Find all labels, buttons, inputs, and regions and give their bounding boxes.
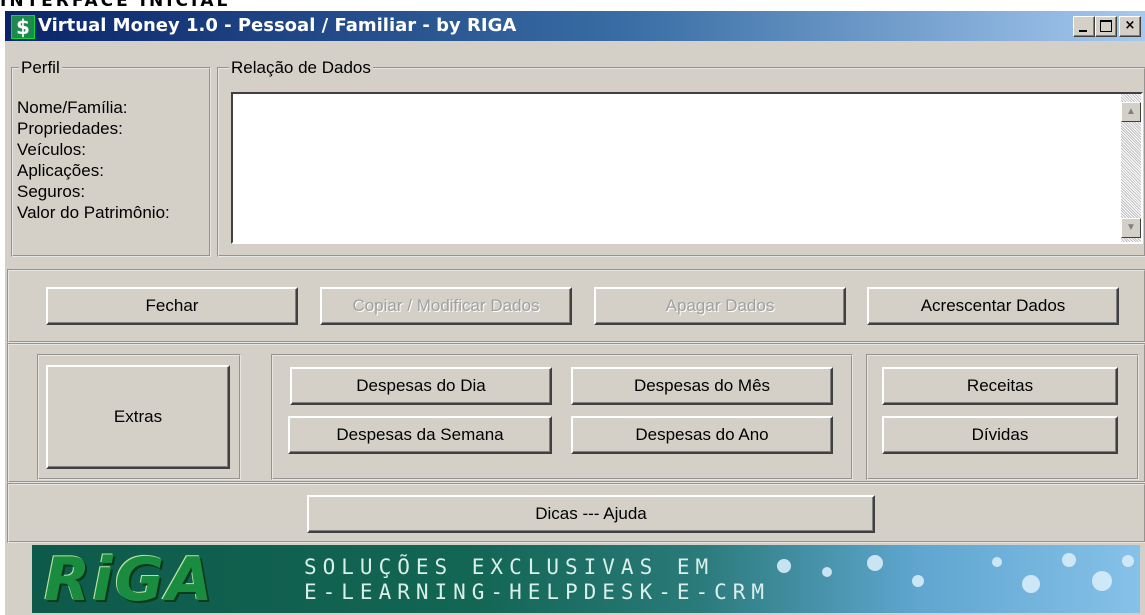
data-list-legend: Relação de Dados bbox=[229, 58, 373, 78]
add-data-button[interactable]: Acrescentar Dados bbox=[867, 287, 1119, 325]
scroll-down-icon[interactable]: ▼ bbox=[1121, 218, 1141, 238]
copy-modify-button[interactable]: Copiar / Modificar Dados bbox=[320, 287, 572, 325]
decor-dot bbox=[992, 557, 1002, 567]
banner-slogan-line-1: SOLUÇÕES EXCLUSIVAS EM bbox=[304, 555, 715, 579]
decor-dot bbox=[1062, 553, 1076, 567]
window-title: Virtual Money 1.0 - Pessoal / Familiar -… bbox=[38, 15, 517, 36]
scroll-up-icon[interactable]: ▲ bbox=[1121, 102, 1141, 122]
title-bar[interactable]: $ Virtual Money 1.0 - Pessoal / Familiar… bbox=[5, 11, 1145, 41]
profile-name-label: Nome/Família: bbox=[17, 98, 128, 117]
data-listbox[interactable]: ▲ ▼ bbox=[231, 92, 1143, 244]
vertical-scrollbar[interactable]: ▲ ▼ bbox=[1121, 94, 1141, 242]
decor-dot bbox=[912, 575, 924, 587]
app-window: $ Virtual Money 1.0 - Pessoal / Familiar… bbox=[4, 10, 1145, 615]
decor-dot bbox=[1092, 571, 1112, 591]
decor-dot bbox=[867, 555, 883, 571]
decor-dot bbox=[1122, 555, 1134, 567]
minimize-button[interactable] bbox=[1073, 16, 1095, 37]
riga-banner[interactable]: RiGA SOLUÇÕES EXCLUSIVAS EM E-LEARNING-H… bbox=[32, 545, 1140, 613]
debts-button[interactable]: Dívidas bbox=[882, 416, 1118, 454]
income-button[interactable]: Receitas bbox=[882, 367, 1118, 405]
delete-button[interactable]: Apagar Dados bbox=[594, 287, 846, 325]
close-button[interactable]: Fechar bbox=[46, 287, 298, 325]
expenses-month-button[interactable]: Despesas do Mês bbox=[571, 367, 833, 405]
profile-properties-label: Propriedades: bbox=[17, 119, 123, 138]
profile-insurance-label: Seguros: bbox=[17, 182, 86, 201]
profile-fields: Nome/Família: Propriedades: Veículos: Ap… bbox=[17, 97, 170, 223]
expenses-day-button[interactable]: Despesas do Dia bbox=[290, 367, 552, 405]
decor-dot bbox=[777, 559, 791, 573]
decor-dot bbox=[822, 567, 832, 577]
riga-logo: RiGA bbox=[44, 545, 215, 613]
dollar-app-icon: $ bbox=[11, 15, 35, 39]
help-button[interactable]: Dicas --- Ajuda bbox=[307, 495, 875, 533]
banner-slogan-line-2: E-LEARNING-HELPDESK-E-CRM bbox=[304, 580, 771, 604]
profile-investments-label: Aplicações: bbox=[17, 161, 104, 180]
extras-button[interactable]: Extras bbox=[46, 365, 230, 469]
profile-legend: Perfil bbox=[19, 58, 62, 78]
profile-net-worth-label: Valor do Patrimônio: bbox=[17, 203, 170, 222]
expenses-year-button[interactable]: Despesas do Ano bbox=[571, 416, 833, 454]
maximize-button[interactable] bbox=[1095, 16, 1117, 37]
profile-vehicles-label: Veículos: bbox=[17, 140, 86, 159]
profile-group: Perfil Nome/Família: Propriedades: Veícu… bbox=[11, 58, 211, 257]
expenses-week-button[interactable]: Despesas da Semana bbox=[288, 416, 552, 454]
decor-dot bbox=[1022, 575, 1040, 593]
close-window-button[interactable]: × bbox=[1119, 16, 1141, 37]
